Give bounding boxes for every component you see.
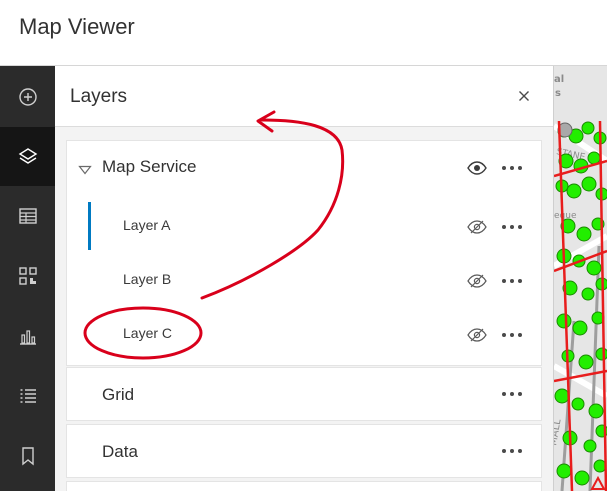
layers-panel: Layers Map Service Layer A Layer B Layer… [55, 66, 554, 491]
close-panel-button[interactable] [513, 85, 535, 107]
table-button[interactable] [0, 186, 55, 245]
sublayer-row-c[interactable]: Layer C [67, 306, 541, 360]
layer-row-partial [67, 482, 541, 491]
sublayer-row-b[interactable]: Layer B [67, 252, 541, 306]
sublayer-b-options-button[interactable] [499, 270, 525, 292]
sublayer-b-visibility-toggle[interactable] [465, 270, 489, 292]
list-icon [20, 388, 36, 403]
panel-header: Layers [55, 66, 553, 127]
layers-icon [18, 147, 37, 164]
group-visibility-toggle[interactable] [465, 157, 489, 179]
legend-button[interactable] [0, 366, 55, 425]
sublayer-c-visibility-toggle[interactable] [465, 324, 489, 346]
qr-code-icon [18, 266, 37, 285]
sublayer-c-options-button[interactable] [499, 324, 525, 346]
layer-label: Data [102, 442, 138, 461]
map-service-group: Map Service Layer A Layer B Layer C [67, 141, 541, 365]
more-icon [502, 166, 522, 170]
eye-icon [467, 161, 487, 175]
eye-hidden-icon [467, 328, 487, 342]
map-canvas[interactable]: al s STANE eque MALL [554, 66, 607, 491]
more-icon [502, 279, 522, 283]
qr-code-button[interactable] [0, 246, 55, 305]
eye-hidden-icon [467, 274, 487, 288]
eye-hidden-icon [467, 220, 487, 234]
more-icon [502, 225, 522, 229]
bookmarks-button[interactable] [0, 426, 55, 485]
charts-button[interactable] [0, 306, 55, 365]
group-options-button[interactable] [499, 157, 525, 179]
more-icon [502, 449, 522, 453]
app-header: Map Viewer [0, 0, 607, 66]
side-toolbar [0, 66, 55, 491]
plus-circle-icon [18, 87, 37, 106]
layer-row-grid[interactable]: Grid [67, 368, 541, 420]
sublayer-a-options-button[interactable] [499, 216, 525, 238]
close-icon [519, 91, 529, 101]
sublayer-row-a[interactable]: Layer A [67, 198, 541, 252]
layer-row-data[interactable]: Data [67, 425, 541, 477]
layers-button[interactable] [0, 127, 55, 186]
grid-options-button[interactable] [499, 383, 525, 405]
sublayer-a-visibility-toggle[interactable] [465, 216, 489, 238]
map-view[interactable]: al s STANE eque MALL [554, 66, 607, 491]
more-icon [502, 333, 522, 337]
bar-chart-icon [19, 329, 36, 345]
chevron-down-icon[interactable] [78, 165, 92, 175]
bookmark-icon [21, 446, 34, 465]
group-label: Map Service [102, 157, 197, 176]
sublayer-label: Layer C [123, 325, 173, 341]
more-icon [502, 392, 522, 396]
panel-title: Layers [70, 86, 128, 107]
group-row[interactable]: Map Service [67, 141, 541, 195]
sublayer-label: Layer B [123, 271, 172, 287]
layer-label: Grid [102, 385, 135, 404]
sublayer-label: Layer A [123, 217, 171, 233]
map-label: s [555, 88, 561, 99]
app-title: Map Viewer [19, 14, 135, 39]
map-label: al [554, 74, 564, 85]
table-icon [18, 207, 37, 224]
add-button[interactable] [0, 67, 55, 126]
data-options-button[interactable] [499, 440, 525, 462]
